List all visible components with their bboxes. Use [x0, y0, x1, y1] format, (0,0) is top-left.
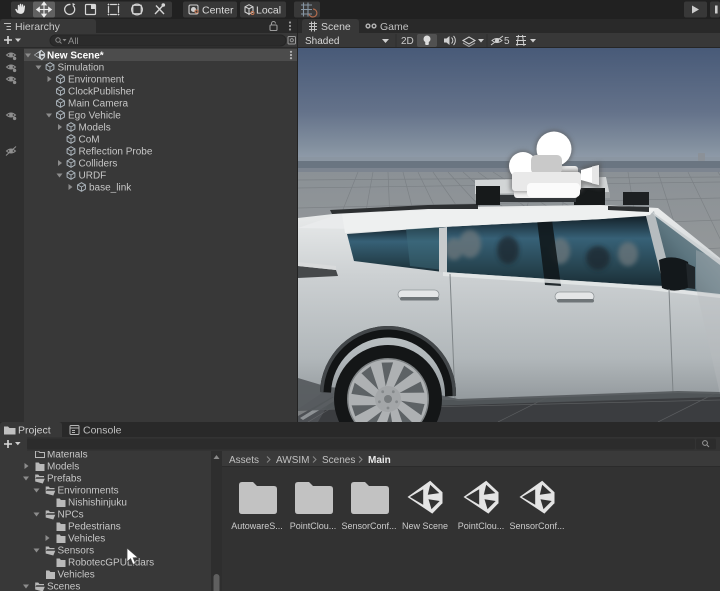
svg-text:Prefabs: Prefabs [47, 474, 81, 485]
svg-text:Assets: Assets [229, 455, 259, 466]
svg-text:New Scene*: New Scene* [47, 51, 104, 62]
svg-text:URDF: URDF [79, 171, 107, 182]
svg-text:Scene: Scene [321, 21, 351, 33]
svg-text:SensorConf...: SensorConf... [509, 521, 564, 531]
svg-text:5: 5 [504, 36, 510, 47]
svg-text:Models: Models [79, 123, 111, 134]
svg-text:Models: Models [47, 462, 79, 473]
svg-text:Project: Project [18, 425, 51, 437]
svg-text:Local: Local [256, 5, 281, 17]
svg-text:Vehicles: Vehicles [58, 570, 95, 581]
svg-text:Reflection Probe: Reflection Probe [79, 147, 153, 158]
svg-text:Ego Vehicle: Ego Vehicle [68, 111, 121, 122]
svg-text:SensorConf...: SensorConf... [341, 521, 396, 531]
svg-text:2D: 2D [401, 36, 414, 47]
svg-text:NPCs: NPCs [58, 510, 84, 521]
svg-text:Vehicles: Vehicles [68, 534, 105, 545]
svg-text:Sensors: Sensors [58, 546, 95, 557]
svg-text:CoM: CoM [79, 135, 100, 146]
svg-text:Pedestrians: Pedestrians [68, 522, 121, 533]
svg-text:Simulation: Simulation [58, 63, 105, 74]
svg-text:Console: Console [83, 425, 122, 437]
svg-text:AWSIM: AWSIM [276, 455, 310, 466]
svg-text:PointClou...: PointClou... [290, 521, 337, 531]
svg-text:All: All [68, 36, 79, 47]
svg-text:ClockPublisher: ClockPublisher [68, 87, 135, 98]
svg-text:Nishishinjuku: Nishishinjuku [68, 498, 127, 509]
svg-text:Environments: Environments [58, 486, 119, 497]
svg-text:Main Camera: Main Camera [68, 99, 128, 110]
svg-text:Main: Main [368, 455, 391, 466]
svg-text:RobotecGPULidars: RobotecGPULidars [68, 558, 154, 569]
svg-text:PointClou...: PointClou... [458, 521, 505, 531]
svg-text:Environment: Environment [68, 75, 124, 86]
svg-text:AutowareS...: AutowareS... [231, 521, 283, 531]
svg-text:Shaded: Shaded [305, 36, 339, 47]
svg-text:Scenes: Scenes [47, 582, 80, 591]
svg-text:New Scene: New Scene [402, 521, 448, 531]
svg-text:Game: Game [380, 21, 409, 33]
svg-text:base_link: base_link [89, 183, 132, 194]
svg-text:Center: Center [202, 5, 234, 17]
svg-text:Hierarchy: Hierarchy [15, 21, 61, 33]
svg-text:Materials: Materials [47, 451, 88, 461]
svg-text:Colliders: Colliders [79, 159, 118, 170]
svg-text:Scenes: Scenes [322, 455, 355, 466]
